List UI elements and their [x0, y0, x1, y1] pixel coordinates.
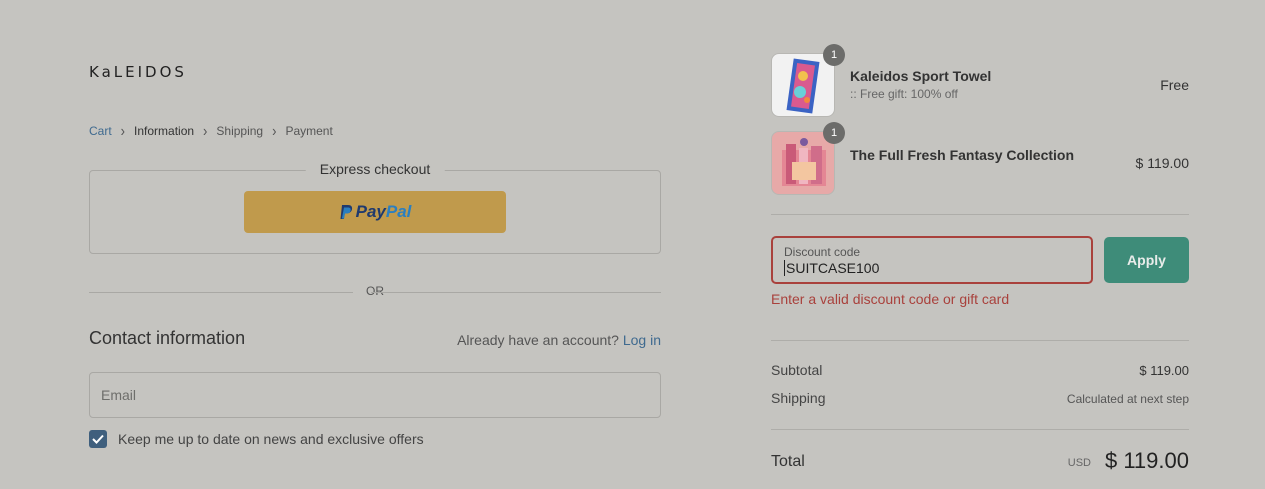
quantity-badge: 1	[823, 122, 845, 144]
breadcrumb-information: Information	[134, 123, 195, 138]
breadcrumb-payment: Payment	[285, 123, 333, 138]
paypal-icon	[340, 205, 352, 219]
divider	[771, 214, 1189, 215]
paypal-button[interactable]: Pay Pal	[244, 191, 506, 233]
chevron-right-icon: ›	[203, 121, 208, 140]
or-text: OR	[366, 284, 384, 298]
cart-item: 1 The Full Fresh Fantasy Collection $ 11…	[771, 122, 1189, 195]
towel-image-art	[786, 58, 820, 114]
paypal-pal-text: Pal	[385, 202, 412, 221]
paypal-logo: Pay Pal	[339, 202, 412, 222]
newsletter-label[interactable]: Keep me up to date on news and exclusive…	[118, 431, 424, 447]
item-name: The Full Fresh Fantasy Collection	[850, 147, 1075, 163]
item-discount-note: :: Free gift: 100% off	[850, 87, 958, 101]
subtotal-value: $ 119.00	[1139, 363, 1189, 378]
quantity-badge: 1	[823, 44, 845, 66]
login-link[interactable]: Log in	[623, 332, 661, 348]
checkmark-icon	[92, 434, 104, 444]
paypal-pay-text: Pay	[355, 202, 386, 221]
account-prompt-text: Already have an account?	[457, 332, 619, 348]
discount-error-message: Enter a valid discount code or gift card	[771, 291, 1010, 307]
or-line-right	[371, 292, 661, 293]
chevron-right-icon: ›	[272, 121, 277, 140]
email-field[interactable]	[89, 372, 661, 418]
apply-discount-button[interactable]: Apply	[1104, 237, 1189, 283]
chevron-right-icon: ›	[120, 121, 126, 140]
breadcrumb-shipping: Shipping	[216, 123, 264, 138]
total-currency: USD	[1067, 457, 1091, 469]
discount-code-field[interactable]: Discount code SUITCASE100	[771, 236, 1093, 284]
cart-item: 1 Kaleidos Sport Towel :: Free gift: 100…	[771, 44, 1189, 117]
collection-image-art	[782, 138, 826, 186]
item-name: Kaleidos Sport Towel	[850, 68, 992, 84]
brand-logo[interactable]: KaLEIDOS	[89, 63, 187, 81]
newsletter-checkbox[interactable]	[89, 430, 107, 448]
or-divider: OR	[89, 284, 661, 300]
account-prompt: Already have an account? Log in	[457, 332, 661, 348]
order-summary: 1 Kaleidos Sport Towel :: Free gift: 100…	[771, 0, 1189, 489]
newsletter-option: Keep me up to date on news and exclusive…	[89, 430, 424, 448]
divider	[771, 340, 1189, 341]
breadcrumb-cart[interactable]: Cart	[89, 124, 112, 138]
shipping-value: Calculated at next step	[1066, 392, 1189, 406]
total-amount: $ 119.00	[1104, 448, 1189, 473]
or-line-left	[89, 292, 353, 293]
divider	[771, 429, 1189, 430]
subtotal-label: Subtotal	[771, 362, 823, 378]
contact-information-title: Contact information	[89, 328, 246, 348]
checkout-main: KaLEIDOS Cart › Information › Shipping ›…	[89, 0, 661, 489]
item-price: Free	[1160, 77, 1189, 93]
express-checkout-section: Express checkout Pay Pal	[89, 161, 661, 254]
item-price: $ 119.00	[1135, 155, 1189, 171]
discount-code-label: Discount code	[784, 245, 861, 259]
breadcrumb: Cart › Information › Shipping › Payment	[89, 121, 333, 140]
discount-code-value[interactable]: SUITCASE100	[784, 260, 879, 276]
total-label: Total	[771, 453, 805, 470]
shipping-label: Shipping	[771, 390, 826, 406]
express-checkout-title: Express checkout	[305, 161, 445, 177]
